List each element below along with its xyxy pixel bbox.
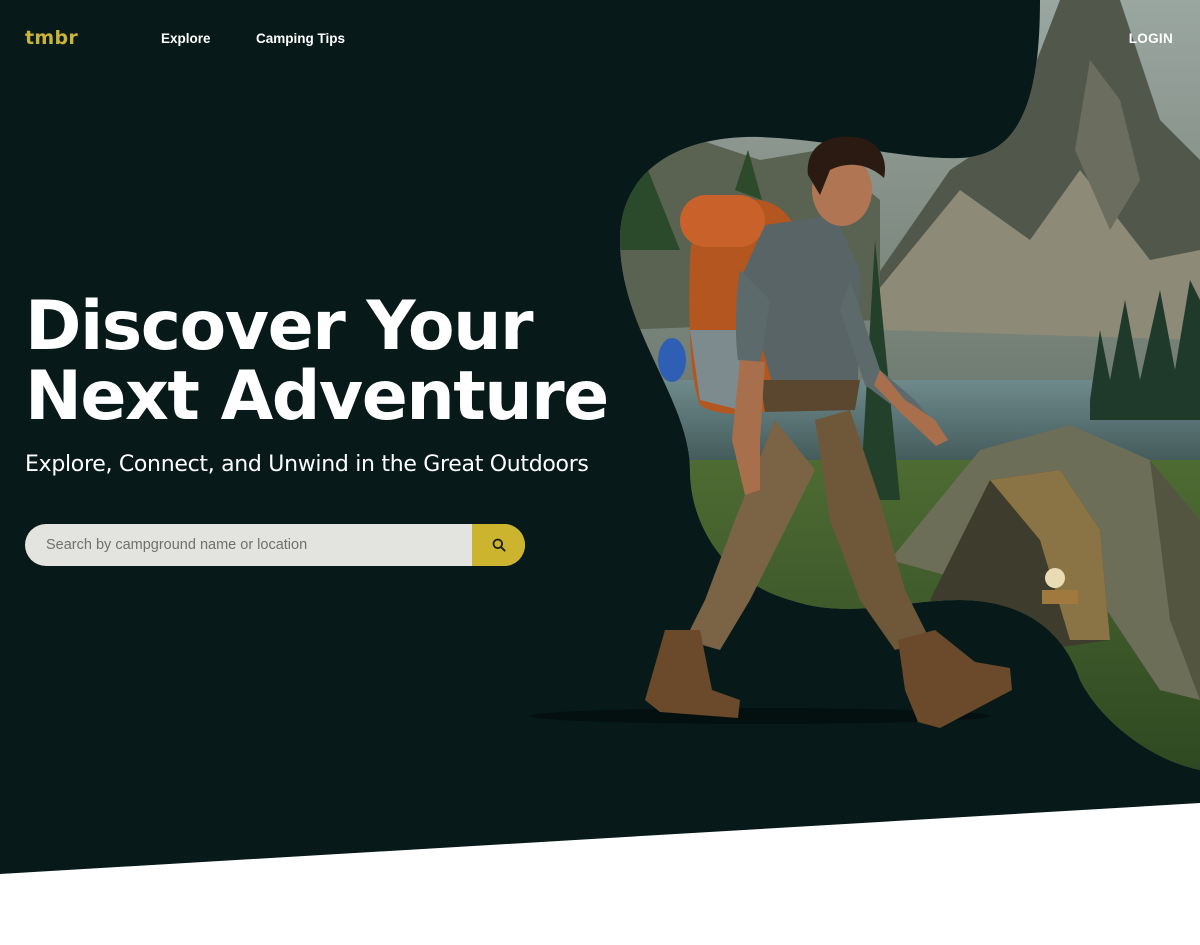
login-link[interactable]: LOGIN — [1129, 31, 1173, 46]
logo[interactable]: tmbr — [25, 27, 78, 49]
search-button[interactable] — [472, 524, 525, 566]
hero-subheading: Explore, Connect, and Unwind in the Grea… — [25, 452, 589, 477]
top-nav: tmbr Explore Camping Tips LOGIN — [0, 0, 1200, 80]
search-icon — [492, 538, 506, 552]
headline-line-1: Discover Your — [25, 287, 534, 366]
headline-line-2: Next Adventure — [25, 357, 609, 436]
nav-link-explore[interactable]: Explore — [161, 31, 211, 46]
hero-section: tmbr Explore Camping Tips LOGIN Discover… — [0, 0, 1200, 945]
search-bar — [25, 524, 525, 566]
search-input[interactable] — [25, 524, 472, 566]
hero-headline: Discover Your Next Adventure — [25, 287, 609, 436]
nav-link-camping-tips[interactable]: Camping Tips — [256, 31, 345, 46]
